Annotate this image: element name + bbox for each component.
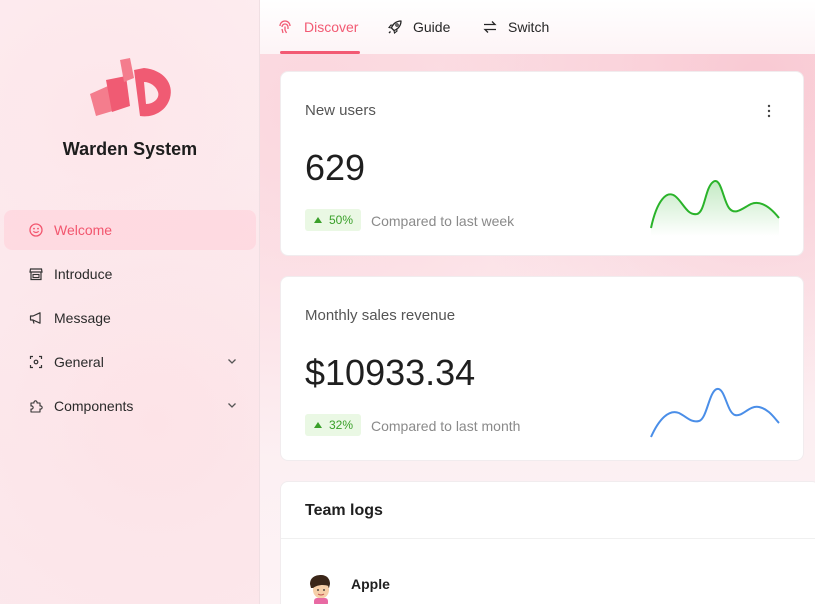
rocket-icon	[387, 19, 403, 35]
revenue-sparkline	[650, 388, 780, 438]
arrow-up-icon	[314, 217, 322, 223]
sidebar-item-welcome[interactable]: Welcome	[4, 210, 256, 250]
sidebar-item-general[interactable]: General	[4, 342, 256, 382]
swap-icon	[482, 19, 498, 35]
new-users-value: 629	[305, 147, 366, 188]
card-title: Monthly sales revenue	[305, 307, 456, 324]
team-logs-card: Team logs Apple	[280, 481, 815, 604]
shop-icon	[28, 266, 44, 282]
status-badge: 32%	[305, 414, 362, 436]
tab-switch[interactable]: Switch	[482, 0, 549, 54]
smile-icon	[28, 222, 44, 238]
status-badge: 50%	[305, 209, 362, 231]
avatar	[310, 575, 330, 604]
revenue-value: $10933.34	[305, 352, 476, 393]
change-value: 50%	[329, 213, 354, 227]
compare-text: Compared to last week	[371, 213, 515, 229]
sidebar-item-label: Components	[54, 398, 134, 414]
top-nav: Discover Guide Switch	[260, 0, 815, 54]
sidebar-item-components[interactable]: Components	[4, 386, 256, 426]
log-entry-name: Apple	[351, 576, 390, 592]
sidebar-item-label: General	[54, 354, 104, 370]
sidebar-item-introduce[interactable]: Introduce	[4, 254, 256, 294]
sidebar-item-label: Message	[54, 310, 111, 326]
sidebar-item-message[interactable]: Message	[4, 298, 256, 338]
sidebar-menu: Welcome Introduce Message General Compon…	[4, 210, 256, 430]
sidebar: Warden System Welcome Introduce Message …	[0, 0, 260, 604]
fingerprint-icon	[278, 19, 294, 35]
card-title: New users	[305, 102, 376, 119]
main-content: New users 629 50% Compared to last week …	[260, 54, 815, 604]
tab-discover[interactable]: Discover	[278, 0, 361, 54]
scan-icon	[28, 354, 44, 370]
new-users-card: New users 629 50% Compared to last week	[280, 71, 804, 256]
team-logs-title: Team logs	[305, 502, 383, 519]
tab-guide[interactable]: Guide	[387, 0, 450, 54]
chevron-down-icon	[228, 359, 236, 364]
revenue-card: Monthly sales revenue $10933.34 32% Comp…	[280, 276, 804, 461]
sidebar-item-label: Introduce	[54, 266, 113, 282]
tab-label: Discover	[304, 19, 359, 35]
sidebar-item-label: Welcome	[54, 222, 113, 238]
megaphone-icon	[28, 310, 44, 326]
puzzle-icon	[28, 398, 44, 414]
change-value: 32%	[329, 418, 354, 432]
app-title: Warden System	[62, 139, 198, 159]
new-users-sparkline	[650, 180, 780, 236]
compare-text: Compared to last month	[371, 418, 521, 434]
tab-label: Switch	[508, 19, 550, 35]
app-logo	[90, 58, 171, 117]
more-icon[interactable]	[767, 104, 771, 118]
divider	[281, 538, 815, 539]
arrow-up-icon	[314, 422, 322, 428]
chevron-down-icon	[228, 403, 236, 408]
tab-label: Guide	[413, 19, 451, 35]
